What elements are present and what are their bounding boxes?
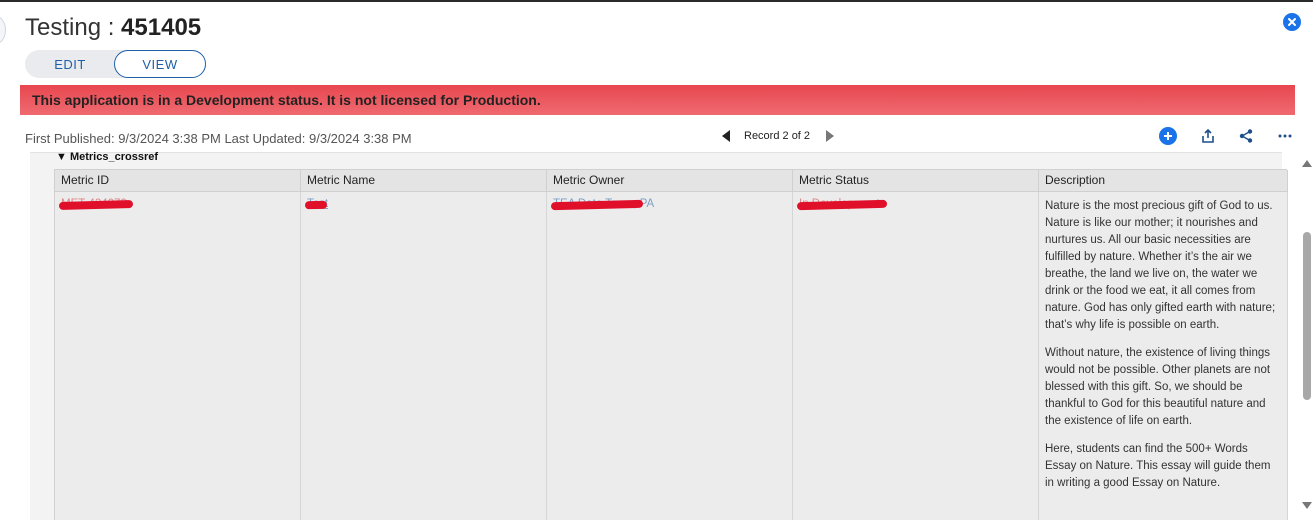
edit-button[interactable]: EDIT bbox=[25, 50, 115, 78]
title-prefix: Testing : bbox=[25, 14, 122, 41]
cell-metric-status: In Development bbox=[793, 192, 1039, 520]
next-record-icon[interactable] bbox=[826, 130, 835, 142]
record-position: Record 2 of 2 bbox=[744, 130, 811, 142]
record-id: 451405 bbox=[121, 14, 202, 41]
previous-record-icon[interactable] bbox=[722, 130, 730, 142]
share-icon[interactable] bbox=[1199, 127, 1217, 145]
metric-id-value: MET-424079 bbox=[58, 198, 134, 210]
column-header-metric-name[interactable]: Metric Name bbox=[301, 170, 547, 192]
section-title: Metrics_crossref bbox=[69, 151, 159, 163]
description-paragraph: Here, students can find the 500+ Words E… bbox=[1045, 443, 1271, 489]
collapse-triangle-icon[interactable]: ▼ bbox=[56, 151, 70, 163]
column-header-description[interactable]: Description bbox=[1039, 170, 1288, 192]
more-icon[interactable] bbox=[1276, 127, 1294, 145]
scroll-up-icon[interactable] bbox=[1302, 160, 1312, 167]
side-nav-toggle[interactable] bbox=[0, 16, 6, 44]
cell-metric-owner: TEA Data Team, PA bbox=[547, 192, 793, 520]
cell-description: Nature is the most precious gift of God … bbox=[1039, 192, 1288, 520]
cell-metric-id: MET-424079 bbox=[55, 192, 301, 520]
scroll-down-icon[interactable] bbox=[1302, 502, 1312, 509]
page-title: Testing : 451405 bbox=[25, 14, 201, 42]
close-icon[interactable] bbox=[1283, 13, 1301, 31]
column-header-metric-id[interactable]: Metric ID bbox=[55, 170, 301, 192]
development-status-banner: This application is in a Development sta… bbox=[20, 85, 1295, 115]
metrics-table: Metric ID Metric Name Metric Owner Metri… bbox=[54, 169, 1288, 520]
window-top-border bbox=[0, 0, 1313, 2]
description-text: Nature is the most precious gift of God … bbox=[1045, 198, 1281, 503]
mode-toggle: EDIT VIEW bbox=[25, 50, 206, 78]
record-navigator: Record 2 of 2 bbox=[722, 128, 835, 144]
view-button[interactable]: VIEW bbox=[114, 50, 206, 78]
column-header-metric-status[interactable]: Metric Status bbox=[793, 170, 1039, 192]
metric-name-link[interactable]: Test bbox=[304, 198, 328, 210]
cell-metric-name: Test bbox=[301, 192, 547, 520]
vertical-scrollbar[interactable] bbox=[1300, 152, 1313, 520]
redaction-mark bbox=[304, 200, 328, 210]
section-header[interactable]: ▼ Metrics_crossref bbox=[56, 151, 158, 163]
column-header-metric-owner[interactable]: Metric Owner bbox=[547, 170, 793, 192]
description-paragraph: Nature is the most precious gift of God … bbox=[1045, 200, 1276, 331]
description-paragraph: Without nature, the existence of living … bbox=[1045, 347, 1271, 427]
scrollbar-thumb[interactable] bbox=[1303, 232, 1311, 400]
publish-info: First Published: 9/3/2024 3:38 PM Last U… bbox=[25, 131, 412, 146]
metric-status-value: In Development bbox=[796, 198, 888, 211]
metric-owner-value: TEA Data Team, PA bbox=[550, 198, 654, 211]
link-icon[interactable] bbox=[1237, 127, 1255, 145]
banner-text: This application is in a Development sta… bbox=[32, 92, 541, 108]
add-icon[interactable] bbox=[1159, 127, 1177, 145]
